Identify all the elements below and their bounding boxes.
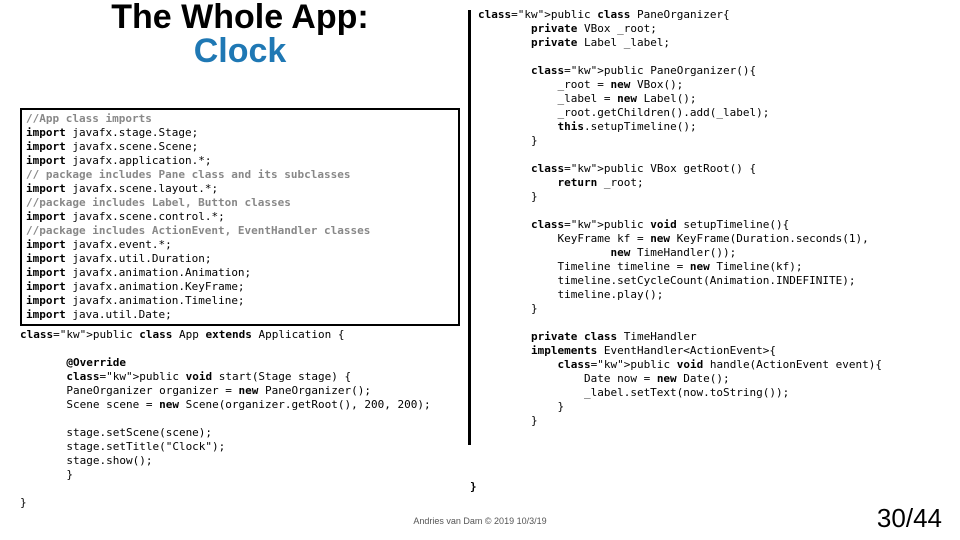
close-brace: } xyxy=(470,480,477,493)
column-divider xyxy=(468,10,471,445)
pane-organizer-code: class="kw">public class PaneOrganizer{ p… xyxy=(478,8,948,428)
slide-title: The Whole App: Clock xyxy=(40,0,440,68)
page-number: 30/44 xyxy=(877,503,942,534)
footer-text: Andries van Dam © 2019 10/3/19 xyxy=(0,516,960,526)
right-column: class="kw">public class PaneOrganizer{ p… xyxy=(478,8,948,428)
imports-box: //App class imports import javafx.stage.… xyxy=(20,108,460,326)
title-line-2: Clock xyxy=(40,34,440,68)
left-column: //App class imports import javafx.stage.… xyxy=(20,108,460,510)
app-class-code: class="kw">public class App extends Appl… xyxy=(20,328,460,510)
title-line-1: The Whole App: xyxy=(40,0,440,34)
